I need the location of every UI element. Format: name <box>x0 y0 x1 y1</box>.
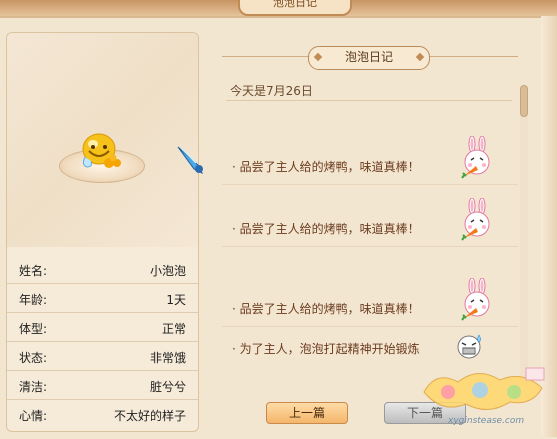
stat-value: 小泡泡 <box>149 264 186 278</box>
window-tab: 泡泡日记 <box>238 0 352 16</box>
pet-stats-list: 姓名: 小泡泡 年龄: 1天 体型: 正常 状态: 非常饿 清洁: 脏兮兮 心情… <box>7 255 198 428</box>
stat-value: 1天 <box>166 293 186 307</box>
diary-entry: · 品尝了主人给的烤鸭，味道真棒！ <box>222 186 518 247</box>
scroll-thumb[interactable] <box>520 85 528 117</box>
sweating-face-icon <box>457 334 481 359</box>
watermark-url: xyginstease.com <box>448 416 525 426</box>
bunny-eating-carrot-icon <box>461 136 490 179</box>
bunny-eating-carrot-icon <box>461 198 490 241</box>
stat-row-clean: 清洁: 脏兮兮 <box>7 371 198 400</box>
diary-title: 泡泡日记 <box>308 46 430 70</box>
diary-scrollbar[interactable] <box>520 85 528 385</box>
stat-value: 非常饿 <box>149 351 186 365</box>
date-divider <box>226 100 512 101</box>
diary-entry-text: · 为了主人，泡泡打起精神开始锻炼 <box>232 342 420 356</box>
stat-value: 正常 <box>161 322 186 336</box>
stat-label: 状态: <box>19 351 48 365</box>
stat-label: 年龄: <box>19 293 48 307</box>
stat-row-name: 姓名: 小泡泡 <box>7 255 198 284</box>
stat-row-mood: 心情: 不太好的样子 <box>7 400 198 428</box>
stat-row-status: 状态: 非常饿 <box>7 342 198 371</box>
diary-entry: · 品尝了主人给的烤鸭，味道真棒！ <box>222 124 518 185</box>
diary-entry: · 为了主人，泡泡打起精神开始锻炼 <box>222 312 518 366</box>
pet-bubble-icon <box>82 133 121 168</box>
pet-avatar-area <box>7 33 198 247</box>
quill-pen-icon[interactable] <box>176 145 206 175</box>
stat-row-age: 年龄: 1天 <box>7 284 198 313</box>
diary-title-text: 泡泡日记 <box>344 50 393 64</box>
diary-entry-text: · 品尝了主人给的烤鸭，味道真棒！ <box>232 222 420 236</box>
stat-label: 体型: <box>19 322 48 336</box>
stat-value: 不太好的样子 <box>113 409 186 423</box>
pet-profile-panel: 姓名: 小泡泡 年龄: 1天 体型: 正常 状态: 非常饿 清洁: 脏兮兮 心情… <box>6 32 199 432</box>
diary-entry-text: · 品尝了主人给的烤鸭，味道真棒！ <box>232 160 420 174</box>
prev-page-button[interactable]: 上一篇 <box>266 402 348 424</box>
window-tab-label: 泡泡日记 <box>273 0 317 9</box>
stat-label: 姓名: <box>19 264 48 278</box>
stat-label: 清洁: <box>19 380 48 394</box>
stat-row-size: 体型: 正常 <box>7 313 198 342</box>
diary-date: 今天是7月26日 <box>230 84 313 98</box>
stat-value: 脏兮兮 <box>149 380 186 394</box>
stat-label: 心情: <box>19 409 48 423</box>
